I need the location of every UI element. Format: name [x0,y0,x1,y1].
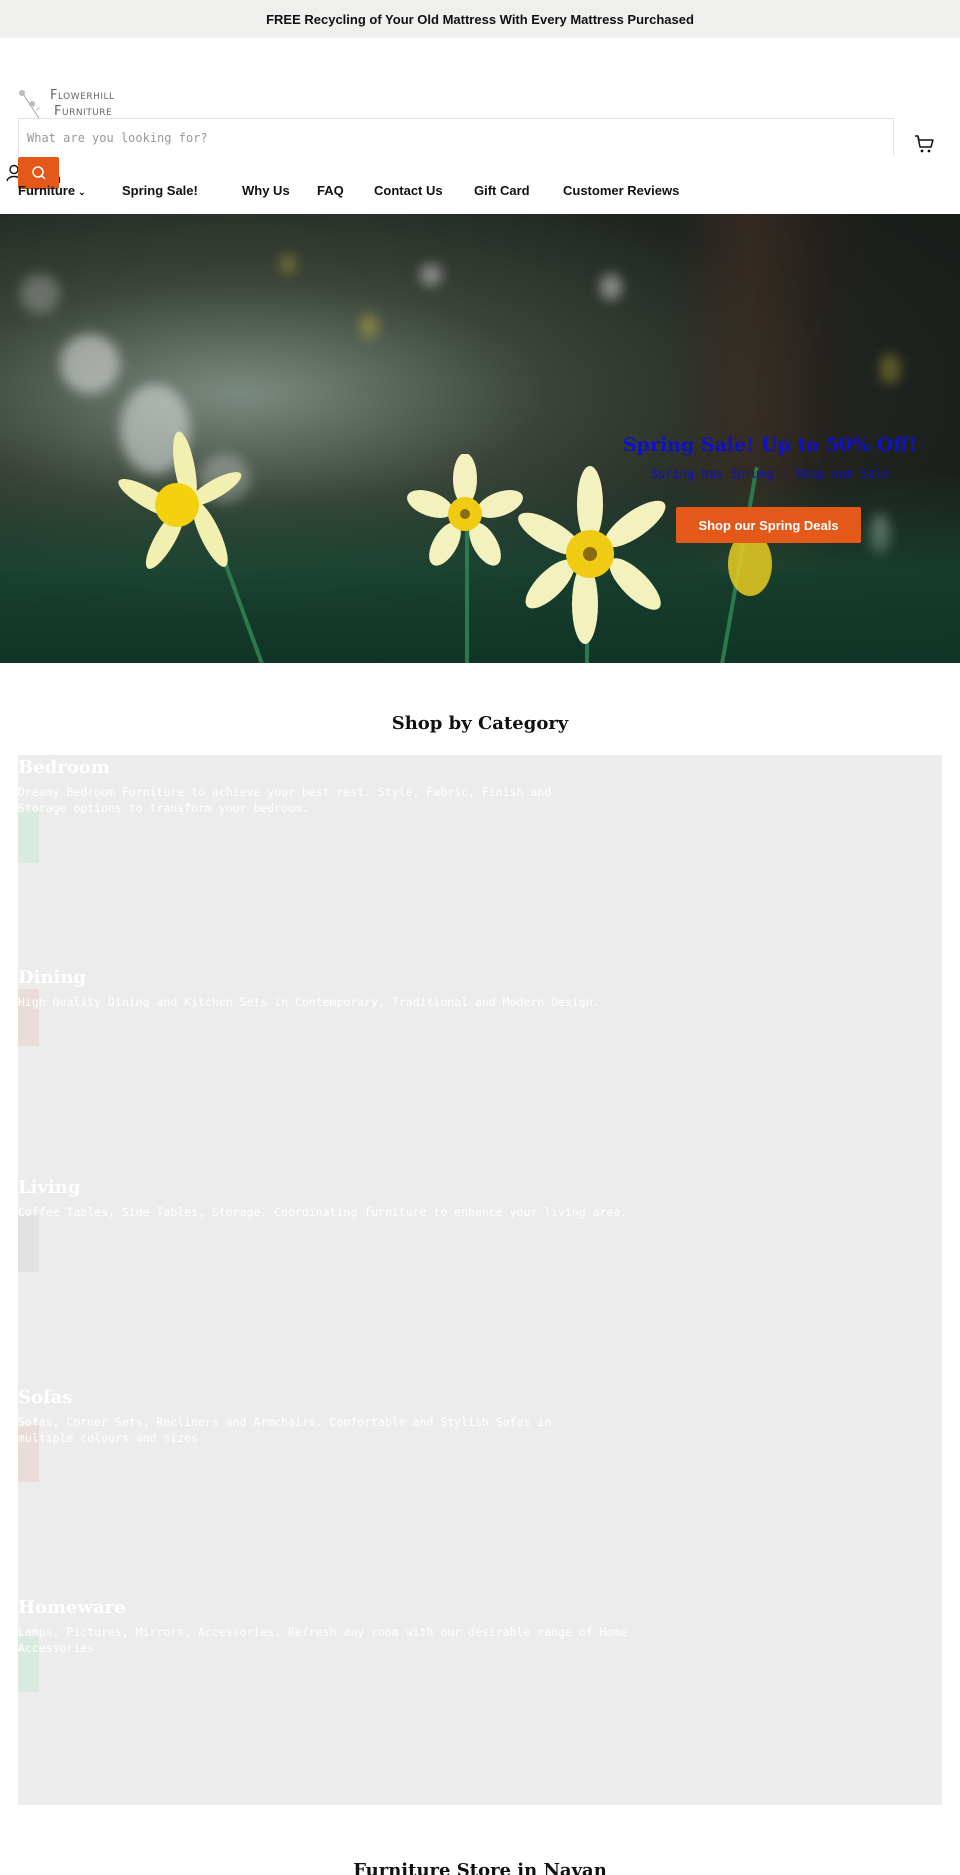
search-input[interactable] [19,119,893,157]
category-description: Coffee Tables, Side Tables, Storage. Coo… [18,1205,628,1219]
nav-item-furniture[interactable]: Furniture ⌄ [18,176,86,207]
announcement-bar: FREE Recycling of Your Old Mattress With… [0,0,960,38]
nav-item-spring-sale[interactable]: Spring Sale! [122,176,198,206]
category-card-dining[interactable]: Dining High Quality Dining and Kitchen S… [18,967,942,1177]
category-card-bedroom[interactable]: Bedroom Dreamy Bedroom Furniture to achi… [18,757,942,967]
category-title: Dining [18,967,87,988]
announcement-text: FREE Recycling of Your Old Mattress With… [266,11,694,27]
nav-item-customer-reviews[interactable]: Customer Reviews [563,176,679,206]
section-title-store: Furniture Store in Navan [353,1860,607,1875]
category-card-homeware[interactable]: Homeware Lamps, Pictures, Mirrors, Acces… [18,1597,942,1807]
shop-spring-deals-button[interactable]: Shop our Spring Deals [676,507,861,543]
chevron-down-icon: ⌄ [78,187,86,197]
nav-item-why-us[interactable]: Why Us [242,176,290,206]
flower-logo-icon [19,90,41,121]
category-description: Lamps, Pictures, Mirrors, Accessories. R… [18,1625,628,1655]
category-title: Homeware [18,1597,126,1618]
search-box [18,118,894,157]
cart-button[interactable] [914,134,936,158]
category-title: Bedroom [18,757,110,778]
category-card-sofas[interactable]: Sofas Sofas, Corner Sets, Recliners and … [18,1387,942,1597]
logo[interactable]: Flowerhill Furniture [18,88,138,122]
daffodil-image [118,431,242,569]
nav-item-gift-card[interactable]: Gift Card [474,176,530,206]
category-image [18,810,39,863]
category-description: High Quality Dining and Kitchen Sets in … [18,995,600,1009]
main-nav: Furniture ⌄ Spring Sale! Why Us FAQ Conta… [0,176,960,214]
hero-subtitle: Spring has Sprung - Shop our Sale [650,467,890,481]
cart-icon [915,135,934,153]
category-image [18,1215,39,1272]
category-title: Living [18,1177,81,1198]
logo-line-1: Flowerhill [50,88,115,103]
category-card-living[interactable]: Living Coffee Tables, Side Tables, Stora… [18,1177,942,1387]
category-title: Sofas [18,1387,73,1408]
nav-item-faq[interactable]: FAQ [317,176,344,206]
category-description: Sofas, Corner Sets, Recliners and Armcha… [18,1415,552,1445]
category-description: Dreamy Bedroom Furniture to achieve your… [18,785,552,815]
section-title-shop-by-category: Shop by Category [391,713,569,734]
hero-title: Spring Sale! Up to 50% Off! [622,434,918,456]
nav-item-contact-us[interactable]: Contact Us [374,176,443,206]
